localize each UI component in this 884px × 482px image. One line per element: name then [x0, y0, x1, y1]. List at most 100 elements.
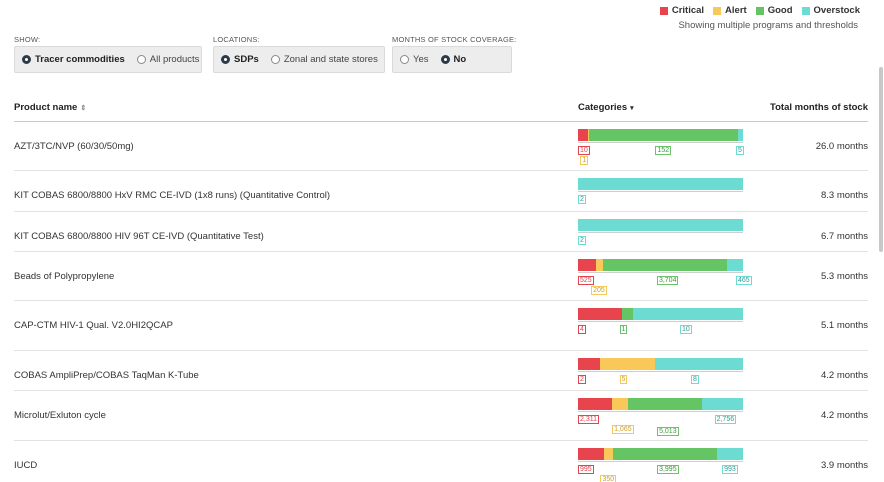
bar-segment-o [633, 308, 743, 320]
bar-value-label: 8 [691, 375, 699, 384]
bar-value-label: 2,311 [578, 415, 599, 424]
bar-value-label: 995 [578, 465, 594, 474]
radio-yes[interactable]: Yes [400, 54, 429, 65]
bar-baseline [578, 191, 743, 192]
radio-all-products[interactable]: All products [136, 54, 199, 65]
radio-sdps[interactable]: SDPs [221, 54, 259, 65]
bar-value-label: 5 [619, 375, 628, 384]
radio-tracer-commodities[interactable]: Tracer commodities [22, 54, 125, 65]
bar-segment-o [717, 448, 743, 460]
table-row[interactable]: KIT COBAS 6800/8800 HIV 96T CE-IVD (Quan… [14, 212, 868, 252]
bar-value-label: 525 [578, 276, 594, 285]
bar-segment-o [727, 259, 743, 271]
radio-empty-icon [136, 55, 146, 64]
coverage-filter-label: MONTHS OF STOCK COVERAGE: [392, 35, 517, 44]
bar-value-label: 3,704 [656, 276, 679, 285]
category-bar [578, 219, 743, 231]
legend-label: Alert [725, 5, 747, 16]
product-name: CAP-CTM HIV-1 Qual. V2.0HI2QCAP [14, 320, 173, 331]
bar-segment-o [738, 129, 743, 141]
sort-descending-icon: ▾ [630, 104, 634, 112]
bar-value-label: 10 [680, 325, 692, 334]
table-row[interactable]: IUCD 3.9 months 995 350 3,995 993 [14, 441, 868, 482]
sort-icon: ⇕ [80, 104, 87, 112]
radio-label: Tracer commodities [35, 54, 125, 65]
radio-empty-icon [270, 55, 280, 64]
legend-label: Overstock [813, 5, 860, 16]
legend-item-good: Good [755, 5, 793, 16]
bar-value-label: 350 [600, 475, 617, 482]
column-header-categories[interactable]: Categories ▾ [578, 102, 634, 113]
bar-baseline [578, 142, 743, 143]
bar-segment-o [578, 219, 743, 231]
legend-swatch [755, 6, 764, 15]
legend-label: Critical [671, 5, 705, 16]
table-row[interactable]: COBAS AmpliPrep/COBAS TaqMan K-Tube 4.2 m… [14, 351, 868, 391]
column-header-product-name[interactable]: Product name ⇕ [14, 102, 86, 113]
column-header-label: Product name [14, 102, 78, 113]
bar-segment-c [578, 129, 588, 141]
legend-item-alert: Alert [713, 5, 747, 16]
product-name: AZT/3TC/NVP (60/30/50mg) [14, 141, 134, 152]
legend-swatch [713, 6, 722, 15]
bar-segment-g [602, 259, 728, 271]
bar-segment-a [595, 259, 603, 271]
category-bar [578, 259, 743, 271]
bar-value-label: 152 [655, 146, 672, 155]
bar-value-label: 2 [578, 375, 586, 384]
bar-value-label: 1 [619, 325, 628, 334]
legend: Critical Alert Good Overstock [659, 5, 860, 16]
column-header-total-months[interactable]: Total months of stock [770, 102, 868, 113]
table-row[interactable]: CAP-CTM HIV-1 Qual. V2.0HI2QCAP 5.1 month… [14, 301, 868, 351]
total-months-value: 5.1 months [821, 320, 868, 331]
bar-value-label: 993 [722, 465, 738, 474]
table-row[interactable]: Beads of Polypropylene 5.3 months 525 205 3,… [14, 252, 868, 301]
table-row[interactable]: Microlut/Exluton cycle 4.2 months 2,311 1,0… [14, 391, 868, 441]
legend-item-critical: Critical [659, 5, 705, 16]
radio-no[interactable]: No [440, 54, 467, 65]
product-name: COBAS AmpliPrep/COBAS TaqMan K-Tube [14, 370, 199, 381]
coverage-filter: Yes No [392, 46, 512, 73]
bar-value-label: 2,756 [714, 415, 737, 424]
product-name: IUCD [14, 460, 38, 471]
table-row[interactable]: AZT/3TC/NVP (60/30/50mg) 26.0 months 10 1 15… [14, 122, 868, 171]
bar-value-label: 2 [578, 236, 586, 245]
bar-baseline [578, 461, 743, 462]
product-name: KIT COBAS 6800/8800 HxV RMC CE-IVD (1x8 … [14, 190, 331, 201]
legend-label: Good [767, 5, 793, 16]
total-months-value: 4.2 months [821, 370, 868, 381]
bar-segment-o [578, 178, 743, 190]
total-months-value: 5.3 months [821, 271, 868, 282]
category-bar [578, 178, 743, 190]
show-filter: Tracer commodities All products [14, 46, 202, 73]
bar-segment-c [578, 398, 613, 410]
show-filter-label: SHOW: [14, 35, 41, 44]
bar-segment-g [627, 398, 703, 410]
bar-value-label: 205 [591, 286, 607, 295]
product-name: Beads of Polypropylene [14, 271, 115, 282]
bar-baseline [578, 411, 743, 412]
radio-selected-icon [22, 55, 31, 64]
radio-label: Zonal and state stores [283, 54, 378, 65]
table-row[interactable]: KIT COBAS 6800/8800 HxV RMC CE-IVD (1x8 … [14, 171, 868, 212]
bar-segment-c [578, 308, 622, 320]
radio-label: Yes [413, 54, 429, 65]
locations-filter: SDPs Zonal and state stores [213, 46, 385, 73]
bar-value-label: 4 [578, 325, 586, 334]
radio-label: No [453, 54, 467, 65]
category-bar [578, 129, 743, 141]
bar-value-label: 3,995 [657, 465, 679, 474]
bar-baseline [578, 321, 743, 322]
bar-segment-c [578, 448, 604, 460]
bar-value-label: 5,013 [657, 427, 679, 436]
category-bar [578, 398, 743, 410]
category-bar [578, 308, 743, 320]
radio-empty-icon [400, 55, 409, 64]
legend-item-overstock: Overstock [801, 5, 860, 16]
total-months-value: 3.9 months [821, 460, 868, 471]
vertical-scrollbar[interactable] [879, 67, 883, 252]
bar-segment-a [603, 448, 614, 460]
bar-segment-a [600, 358, 655, 370]
column-header-label: Categories [578, 102, 628, 113]
radio-zonal-state-stores[interactable]: Zonal and state stores [270, 54, 378, 65]
